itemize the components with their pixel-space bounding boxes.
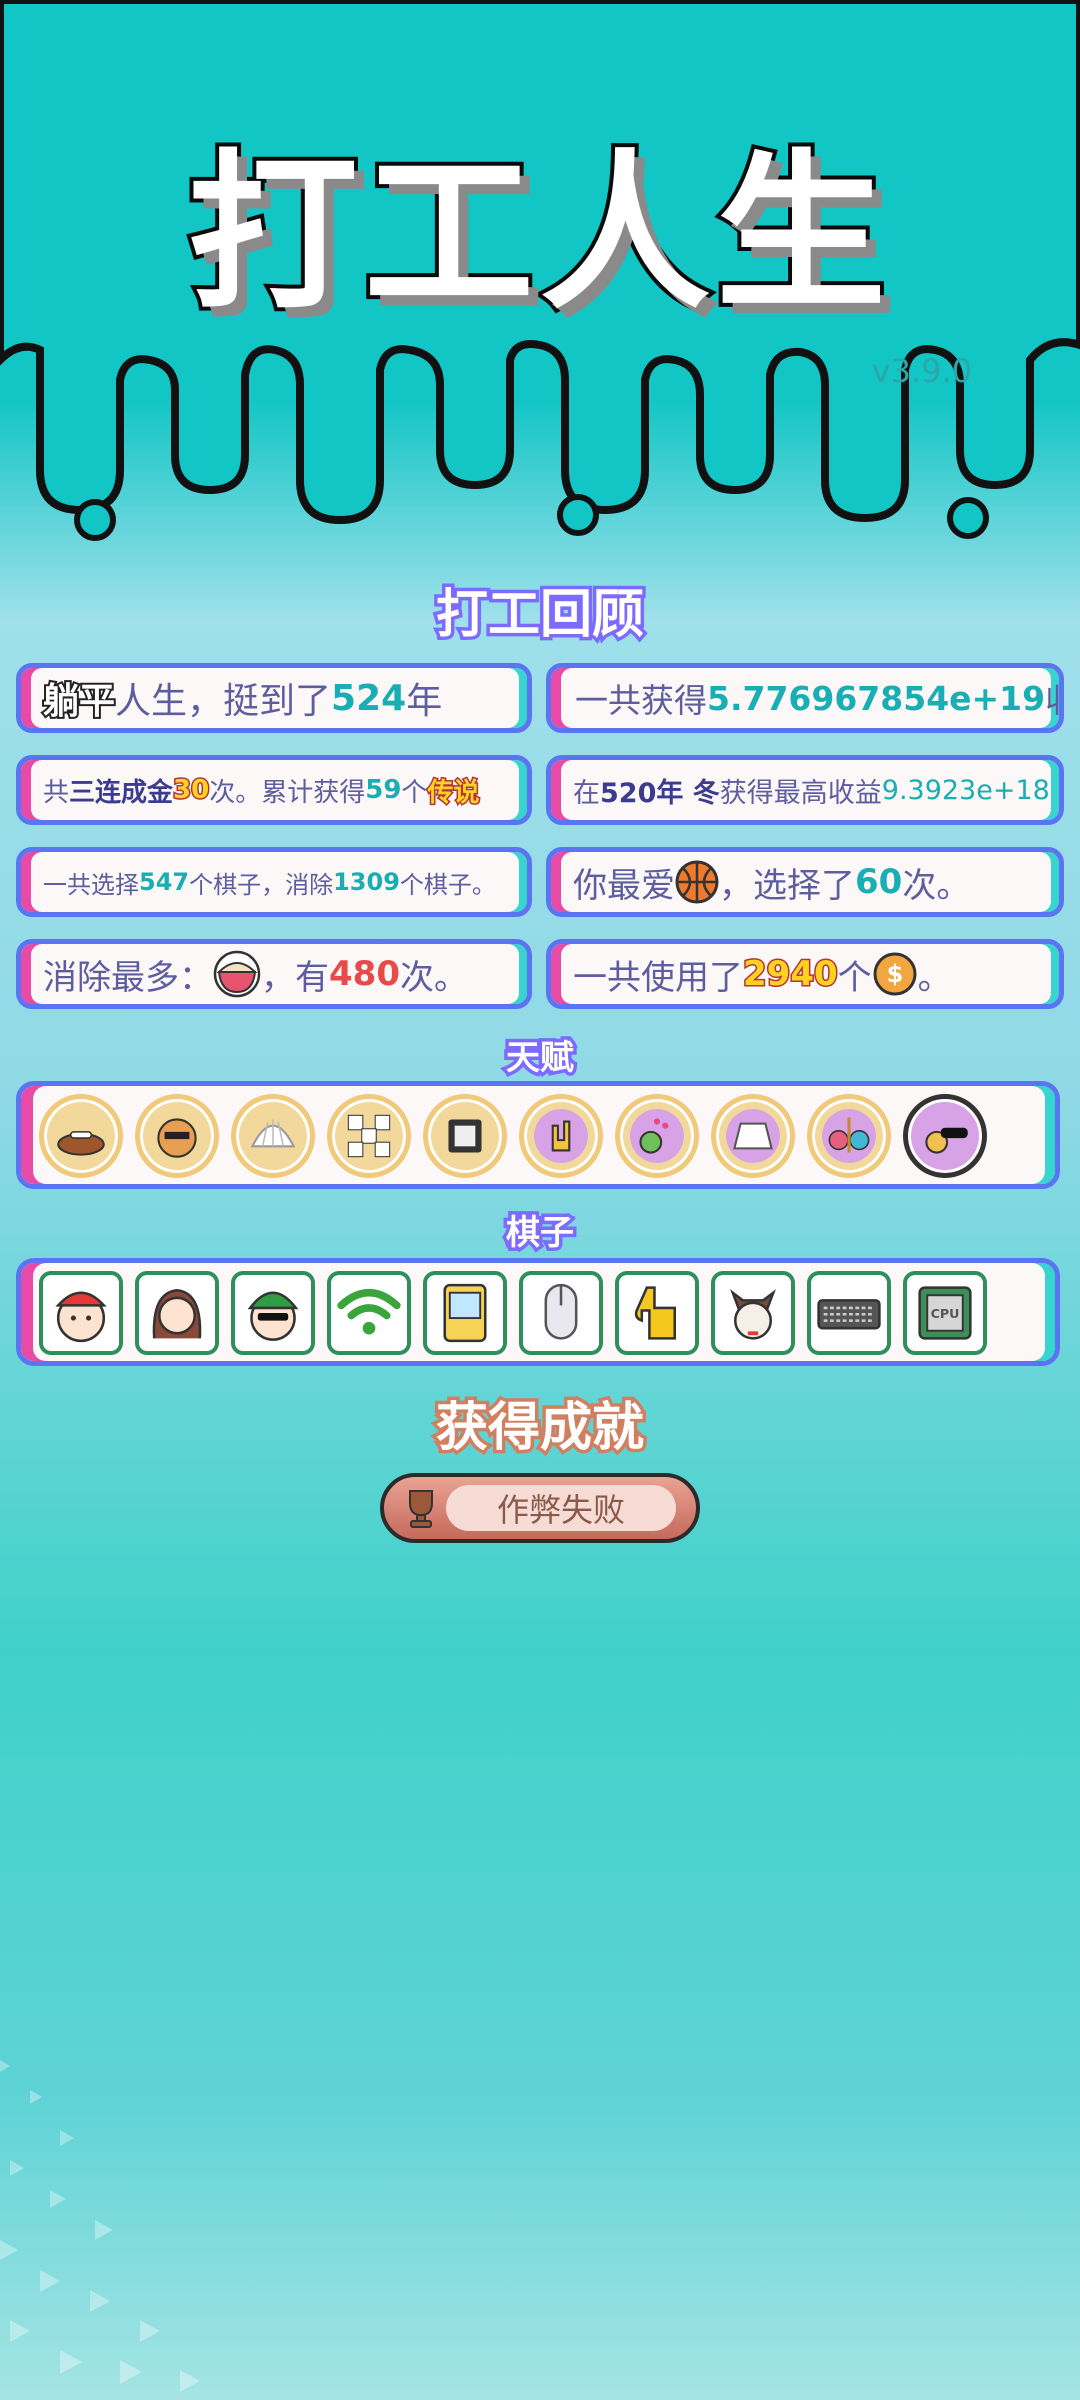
card-text: 一共选择 [43,870,139,899]
review-card-coins: 一共使用了 2940 个 $ 。 [546,939,1064,1009]
mouse-icon[interactable] [519,1271,603,1355]
removed-count: 1309 [333,868,400,896]
legend-label: 传说 [426,776,481,809]
basketball-icon [675,860,719,904]
review-card-total-income: 一共获得5.776967854e+19收益 [546,663,1064,733]
review-card-lifetime: 躺平 人生，挺到了 524 年 [16,663,532,733]
streak-label: 三连成金 [69,777,174,808]
card-text: 在 [573,777,600,809]
card-text: 收益 [1045,674,1059,722]
card-text: 个棋子，消除 [189,870,334,899]
card-text: 消除最多： [43,957,213,998]
talents-section-title: 天赋 [503,1035,578,1082]
best-income-value: 9.3923e+18 [881,774,1050,806]
pointing-hand-icon[interactable] [615,1271,699,1355]
card-text: 获得最高收益 [719,777,882,809]
braided-girl-icon[interactable] [135,1271,219,1355]
shiba-dog-icon[interactable] [135,1094,219,1178]
card-text: 年 [406,681,443,722]
pieces-panel: CPU [16,1258,1060,1366]
mahjong-tiles-icon[interactable] [327,1094,411,1178]
card-text: 个 [837,957,872,998]
review-card-streak: 共三连成金 30 次。累计获得 59 个传说 [16,755,532,825]
achievement-button[interactable]: 作弊失败 [380,1473,700,1543]
version-label: v3.9.0 [871,352,972,390]
achievement-button-label: 作弊失败 [496,1491,625,1529]
coins-used: 2940 [742,953,840,996]
card-text: ，有 [261,957,329,998]
app-title: 打工人生 [184,131,892,337]
pieces-section-title: 棋子 [503,1210,578,1257]
review-section-title: 打工回顾 [432,582,647,649]
dollar-coin-icon: $ [872,951,918,997]
flower-hat-icon[interactable] [615,1094,699,1178]
card-text: 次。 [902,865,971,906]
wifi-icon[interactable] [327,1271,411,1355]
review-card-favorite: 你最爱 ，选择了 60 次。 [546,847,1064,917]
dog-bowl-icon[interactable] [39,1094,123,1178]
keyboard-icon[interactable] [807,1271,891,1355]
cpu-chip-icon[interactable] [423,1094,507,1178]
triangle-pattern-decoration [0,2060,200,2392]
review-card-best-income: 在 520年 冬 获得最高收益 9.3923e+18 [546,755,1064,825]
card-text: 次。 [399,957,468,998]
streak-count: 30 [172,774,211,807]
rock-hand-icon[interactable] [519,1094,603,1178]
claw-machine-icon[interactable] [423,1271,507,1355]
cpu-label: CPU [931,1306,960,1321]
tag-label: 躺平 [41,679,117,724]
achievements-section-title: 获得成就 [432,1395,647,1462]
review-card-pieces: 一共选择 547 个棋子，消除 1309 个棋子。 [16,847,532,917]
card-text: 次。累计获得 [209,777,366,808]
card-text: 一共使用了 [573,957,743,998]
cpu-icon[interactable]: CPU [903,1271,987,1355]
favorite-times: 60 [855,862,903,902]
best-year: 520年 冬 [600,777,720,809]
card-text: 一共获得 [575,681,707,720]
achievement-label-pill: 作弊失败 [446,1485,676,1531]
card-text: 你最爱 [573,865,675,906]
card-text: 。 [917,957,952,998]
talents-panel [16,1081,1060,1189]
card-text: ，选择了 [719,865,855,906]
most-removed-count: 480 [329,954,400,994]
review-card-most-removed: 消除最多： ，有 480 次。 [16,939,532,1009]
sunglasses-icon[interactable] [903,1094,987,1178]
skirt-icon[interactable] [711,1094,795,1178]
card-text: 共 [43,777,70,808]
years-value: 524 [331,677,407,719]
card-text: 个 [401,777,428,808]
gem-scale-icon[interactable] [807,1094,891,1178]
chosen-count: 547 [139,868,190,896]
green-hat-man-icon[interactable] [231,1271,315,1355]
legend-count: 59 [365,775,402,805]
card-text: 人生，挺到了 [115,681,332,722]
total-income-value: 5.776967854e+19 [707,678,1046,718]
red-cap-boy-icon[interactable] [39,1271,123,1355]
svg-text:$: $ [886,960,903,988]
husky-dog-icon[interactable] [711,1271,795,1355]
shell-icon[interactable] [231,1094,315,1178]
noodle-bowl-icon [213,950,261,998]
trophy-icon [398,1485,444,1531]
card-text: 个棋子。 [399,870,496,899]
